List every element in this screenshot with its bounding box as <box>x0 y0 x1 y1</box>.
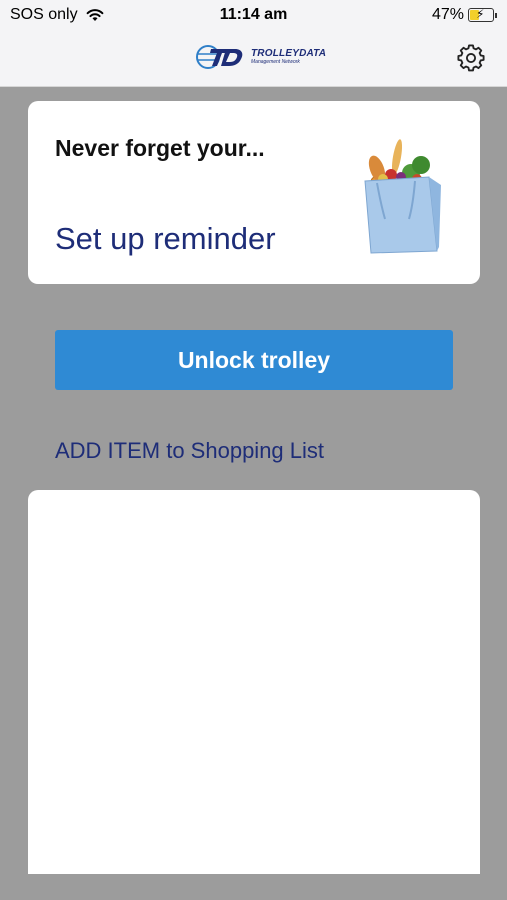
battery-cap <box>495 12 497 18</box>
gear-icon[interactable] <box>457 44 485 72</box>
battery-percent: 47% <box>431 6 464 23</box>
shopping-list-panel[interactable] <box>28 490 480 874</box>
app-header: TROLLEYDATA Management Network <box>0 30 507 87</box>
reminder-heading: Never forget your... <box>55 135 265 161</box>
reminder-card[interactable]: Never forget your... Set up reminder <box>28 101 480 284</box>
status-bar: SOS only 11:14 am 47% ⚡ <box>0 0 507 30</box>
grocery-bag-icon <box>364 139 441 254</box>
charging-bolt-icon: ⚡ <box>476 7 485 21</box>
status-right: 47% ⚡ <box>432 6 497 24</box>
td-logo-mark-icon <box>196 45 243 69</box>
set-up-reminder-link[interactable]: Set up reminder <box>55 221 276 257</box>
logo-text: TROLLEYDATA Management Network <box>251 49 326 65</box>
logo-name: TROLLEYDATA <box>251 48 327 59</box>
unlock-trolley-button[interactable]: Unlock trolley <box>55 330 453 390</box>
logo-tagline: Management Network <box>251 59 300 65</box>
trolleydata-logo: TROLLEYDATA Management Network <box>195 44 326 70</box>
clock: 11:14 am <box>219 6 288 23</box>
add-item-link[interactable]: ADD ITEM to Shopping List <box>55 438 324 464</box>
battery-icon: ⚡ <box>468 7 494 22</box>
